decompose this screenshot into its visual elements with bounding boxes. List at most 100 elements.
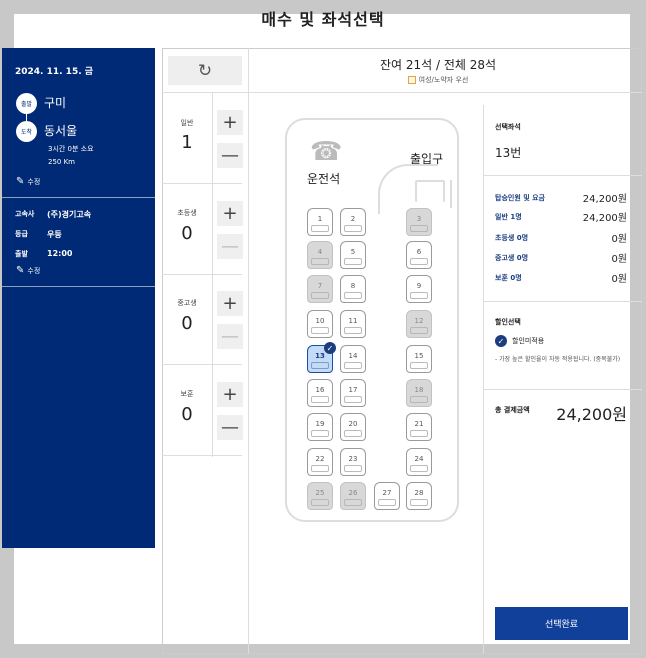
refresh-button[interactable]: ↻ — [168, 56, 242, 85]
seat-18: 18 — [406, 379, 432, 407]
arrive-badge: 도착 — [16, 121, 37, 142]
depart-time-row: 출발 12:00 — [15, 249, 72, 259]
total-label: 총 결제금액 — [495, 406, 530, 414]
adult-plus-button[interactable]: + — [217, 110, 243, 135]
priority-legend: 여성/노약자 우선 — [248, 75, 628, 85]
discount-option[interactable]: ✓ 할인미적용 — [495, 335, 544, 347]
company-row: 고속사 (주)경기고속 — [15, 209, 91, 220]
divider — [162, 92, 642, 93]
refresh-icon: ↻ — [197, 60, 213, 81]
seat-12: 12 — [406, 310, 432, 338]
trip-date: 2024. 11. 15. 금 — [15, 67, 94, 77]
child-plus-button[interactable]: + — [217, 201, 243, 226]
fare-row-adult: 일반 1명 24,200원 — [495, 209, 627, 225]
edit-bus-button[interactable]: ✎ 수정 — [16, 265, 40, 276]
fare-row-label: 초등생 0명 — [495, 233, 529, 242]
child-minus-button[interactable]: — — [217, 234, 243, 259]
seat-11[interactable]: 11 — [340, 310, 366, 338]
total-value: 24,200원 — [556, 405, 627, 424]
fare-label: 탑승인원 및 요금 — [495, 193, 545, 202]
seat-3: 3 — [406, 208, 432, 236]
category-count-veteran: 0 — [181, 404, 193, 425]
seat-5[interactable]: 5 — [340, 241, 366, 269]
door-bar — [450, 180, 452, 208]
fare-row-label: 일반 1명 — [495, 212, 522, 221]
seat-9[interactable]: 9 — [406, 275, 432, 303]
seat-17[interactable]: 17 — [340, 379, 366, 407]
fare-row-value: 0원 — [611, 274, 627, 285]
adult-minus-button[interactable]: — — [217, 143, 243, 168]
veteran-minus-button[interactable]: — — [217, 415, 243, 440]
grade-label: 등급 — [15, 230, 28, 238]
divider — [483, 175, 642, 176]
category-label-child: 초등생 — [177, 209, 197, 217]
divider — [162, 274, 242, 275]
edit-route-label: 수정 — [27, 177, 41, 186]
seat-27[interactable]: 27 — [374, 482, 400, 510]
page-title: 매수 및 좌석선택 — [261, 10, 385, 29]
seat-23[interactable]: 23 — [340, 448, 366, 476]
priority-swatch — [407, 76, 416, 84]
seat-26: 26 — [340, 482, 366, 510]
seat-1[interactable]: 1 — [307, 208, 333, 236]
seat-2[interactable]: 2 — [340, 208, 366, 236]
divider — [483, 389, 642, 390]
fare-row-teen: 중고생 0명 0원 — [495, 250, 627, 266]
category-count-teen: 0 — [181, 313, 193, 334]
arrive-city: 동서울 — [44, 124, 78, 138]
seat-22[interactable]: 22 — [307, 448, 333, 476]
seat-10[interactable]: 10 — [307, 310, 333, 338]
pencil-icon: ✎ — [16, 265, 25, 276]
seat-19[interactable]: 19 — [307, 413, 333, 441]
divider — [162, 183, 242, 184]
category-label-teen: 중고생 — [177, 299, 197, 307]
teen-plus-button[interactable]: + — [217, 291, 243, 316]
edit-route-button[interactable]: ✎ 수정 — [16, 176, 40, 187]
company-label: 고속사 — [15, 210, 35, 218]
seat-16[interactable]: 16 — [307, 379, 333, 407]
seat-15[interactable]: 15 — [406, 345, 432, 373]
veteran-plus-button[interactable]: + — [217, 382, 243, 407]
seat-21[interactable]: 21 — [406, 413, 432, 441]
fare-total: 24,200원 — [582, 194, 627, 205]
category-label-veteran: 보훈 — [180, 390, 194, 398]
divider — [162, 455, 242, 456]
fare-row-label: 중고생 0명 — [495, 253, 529, 262]
fare-row-value: 24,200원 — [582, 213, 627, 224]
steering-wheel-icon: ☎ — [310, 137, 343, 167]
trip-info-panel: 2024. 11. 15. 금 출발 구미 도착 동서울 3시간 0분 소요 2… — [2, 48, 155, 548]
selected-seat-label: 선택좌석 — [495, 123, 521, 131]
divider — [162, 364, 242, 365]
discount-label: 할인선택 — [495, 318, 521, 326]
remaining-seats: 잔여 21석 / 전체 28석 — [379, 58, 497, 72]
driver-seat-label: 운전석 — [307, 172, 341, 186]
depart-time-value: 12:00 — [47, 249, 73, 258]
seat-24[interactable]: 24 — [406, 448, 432, 476]
door-icon — [415, 180, 445, 202]
depart-city: 구미 — [44, 96, 67, 110]
seat-7: 7 — [307, 275, 333, 303]
confirm-selection-button[interactable]: 선택완료 — [495, 607, 628, 640]
seat-8[interactable]: 8 — [340, 275, 366, 303]
selected-check-icon: ✓ — [324, 342, 336, 354]
seat-28[interactable]: 28 — [406, 482, 432, 510]
pencil-icon: ✎ — [16, 176, 25, 187]
divider — [483, 105, 484, 654]
depart-badge: 출발 — [16, 93, 37, 114]
selected-seat-value: 13번 — [495, 146, 522, 160]
category-count-adult: 1 — [181, 132, 193, 153]
seat-4: 4 — [307, 241, 333, 269]
seat-14[interactable]: 14 — [340, 345, 366, 373]
seat-20[interactable]: 20 — [340, 413, 366, 441]
category-count-child: 0 — [181, 223, 193, 244]
seat-6[interactable]: 6 — [406, 241, 432, 269]
teen-minus-button[interactable]: — — [217, 324, 243, 349]
fare-row-label: 보훈 0명 — [495, 273, 522, 282]
divider — [2, 286, 155, 287]
divider — [483, 301, 642, 302]
seat-25: 25 — [307, 482, 333, 510]
edit-bus-label: 수정 — [27, 266, 41, 275]
trip-distance: 250 Km — [48, 158, 75, 166]
depart-time-label: 출발 — [15, 250, 28, 258]
divider — [248, 92, 249, 654]
